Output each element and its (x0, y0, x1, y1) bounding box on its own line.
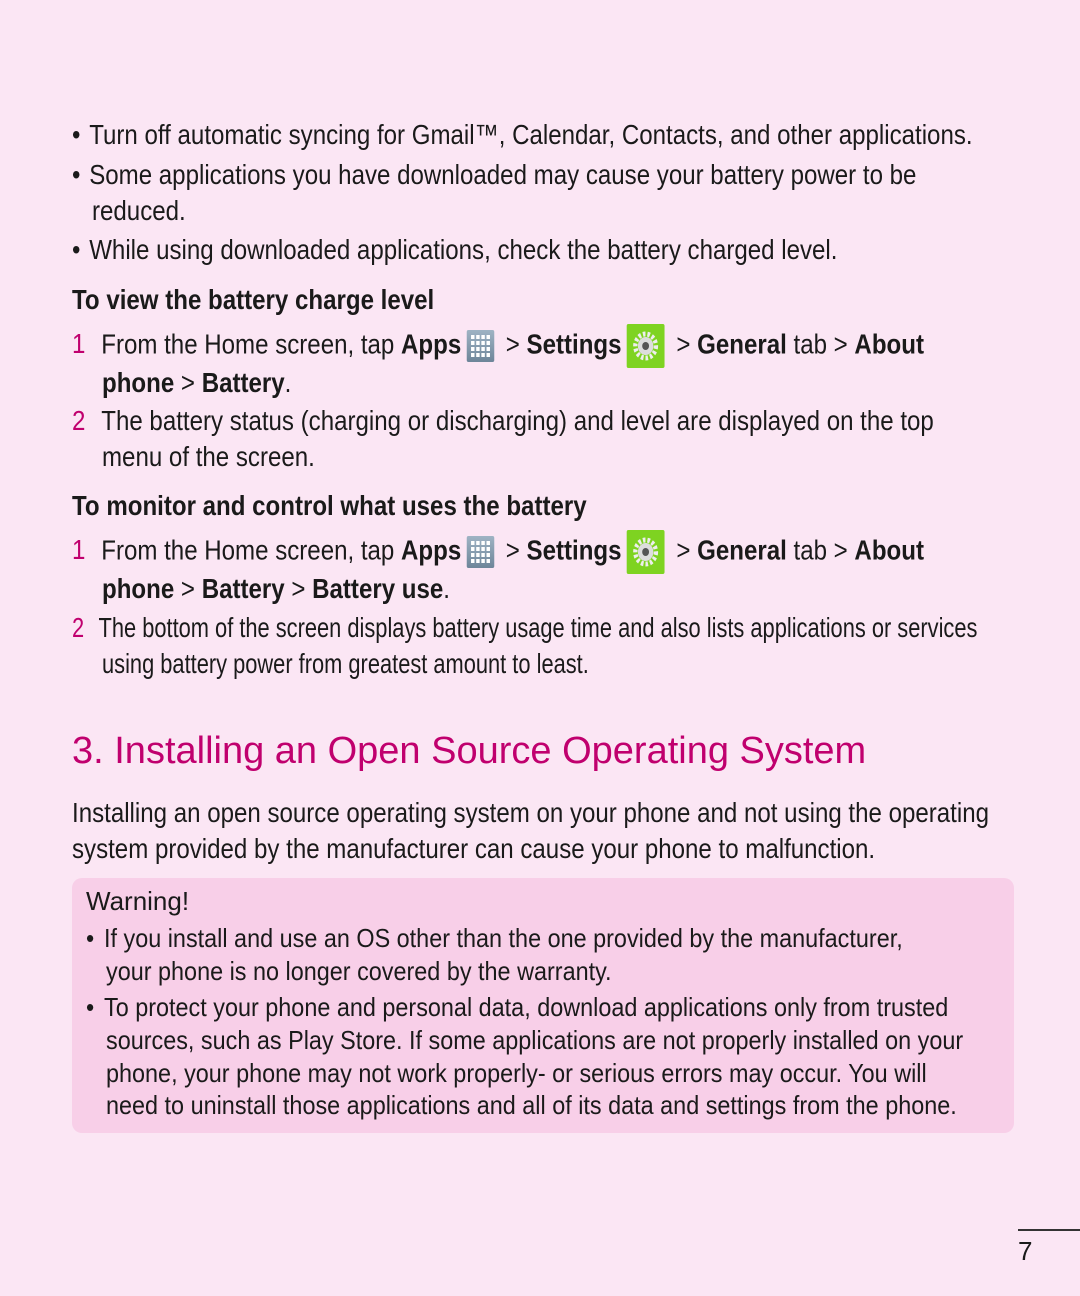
step-2: 2 The battery status (charging or dischar… (72, 402, 934, 440)
general-label: General (697, 534, 787, 566)
step-1: 1 From the Home screen, tap Apps > Settin… (72, 530, 924, 574)
step-number: 1 (72, 328, 86, 360)
intro-paragraph: Installing an open source operating syst… (72, 795, 989, 867)
warning-text: need to uninstall those applications and… (106, 1090, 957, 1120)
apps-label: Apps (401, 534, 462, 566)
period: . (284, 367, 292, 398)
step-1: 1 From the Home screen, tap Apps > Settin… (72, 324, 924, 368)
page-number-rule (1018, 1229, 1080, 1231)
separator: > (174, 367, 202, 398)
bullet-text: Some applications you have downloaded ma… (89, 159, 917, 190)
warning-text: your phone is no longer covered by the w… (106, 956, 612, 986)
period: . (443, 573, 450, 604)
step-number: 1 (72, 534, 86, 566)
step-text: From the Home screen, tap (101, 534, 402, 566)
bullet-continuation: reduced. (92, 195, 186, 226)
warning-text: To protect your phone and personal data,… (104, 992, 949, 1022)
general-label: General (697, 328, 787, 360)
separator: > (284, 573, 313, 604)
step-number: 2 (72, 612, 85, 643)
gear-icon (626, 530, 665, 574)
separator: > (669, 328, 698, 360)
separator: > (499, 328, 527, 360)
manual-page: • Turn off automatic syncing for Gmail™, … (0, 0, 1080, 1296)
warning-text: If you install and use an OS other than … (104, 923, 903, 953)
apps-icon (466, 536, 494, 568)
bullet-text: While using downloaded applications, che… (89, 234, 838, 265)
phone-label: phone (102, 573, 175, 604)
step-text: The bottom of the screen displays batter… (98, 612, 978, 643)
warning-heading: Warning! (86, 886, 190, 916)
about-label: About (854, 328, 924, 360)
step-1-continuation: phone > Battery. (102, 364, 291, 402)
separator: > (669, 534, 698, 566)
step-2: 2 The bottom of the screen displays batte… (72, 609, 977, 647)
bullet-item: • While using downloaded applications, ch… (72, 234, 838, 265)
step-2-continuation: menu of the screen. (102, 441, 315, 472)
phone-label: phone (102, 367, 175, 398)
warning-box: Warning! • If you install and use an OS o… (72, 878, 1014, 1133)
step-1-continuation: phone > Battery > Battery use. (102, 570, 450, 608)
settings-label: Settings (526, 328, 622, 360)
page-number: 7 (1018, 1236, 1033, 1266)
warning-text: sources, such as Play Store. If some app… (106, 1025, 964, 1055)
apps-icon (466, 330, 494, 362)
separator: > (174, 573, 202, 604)
step-text: The battery status (charging or discharg… (101, 405, 934, 436)
section-title: 3. Installing an Open Source Operating S… (72, 730, 867, 772)
section-heading: To monitor and control what uses the bat… (72, 490, 587, 521)
section-heading: To view the battery charge level (72, 284, 435, 315)
step-text: tab > (786, 534, 855, 566)
paragraph-line: system provided by the manufacturer can … (72, 833, 876, 864)
apps-label: Apps (401, 328, 462, 360)
about-label: About (854, 534, 924, 566)
step-text: tab > (786, 328, 855, 360)
step-2-continuation: using battery power from greatest amount… (102, 648, 589, 679)
separator: > (499, 534, 527, 566)
step-number: 2 (72, 405, 86, 436)
bullet-item: • Some applications you have downloaded m… (72, 159, 917, 190)
settings-label: Settings (526, 534, 622, 566)
bullet-item: • Turn off automatic syncing for Gmail™, … (72, 119, 973, 150)
warning-text: phone, your phone may not work properly-… (106, 1058, 927, 1088)
battery-label: Battery (201, 367, 285, 398)
battery-label: Battery (201, 573, 285, 604)
gear-icon (626, 324, 665, 368)
warning-item: • To protect your phone and personal data… (86, 992, 949, 1022)
bullet-text: Turn off automatic syncing for Gmail™, C… (89, 119, 973, 150)
battery-use-label: Battery use (312, 573, 444, 604)
step-text: From the Home screen, tap (101, 328, 402, 360)
paragraph-line: Installing an open source operating syst… (72, 797, 990, 828)
warning-item: • If you install and use an OS other than… (86, 923, 903, 953)
